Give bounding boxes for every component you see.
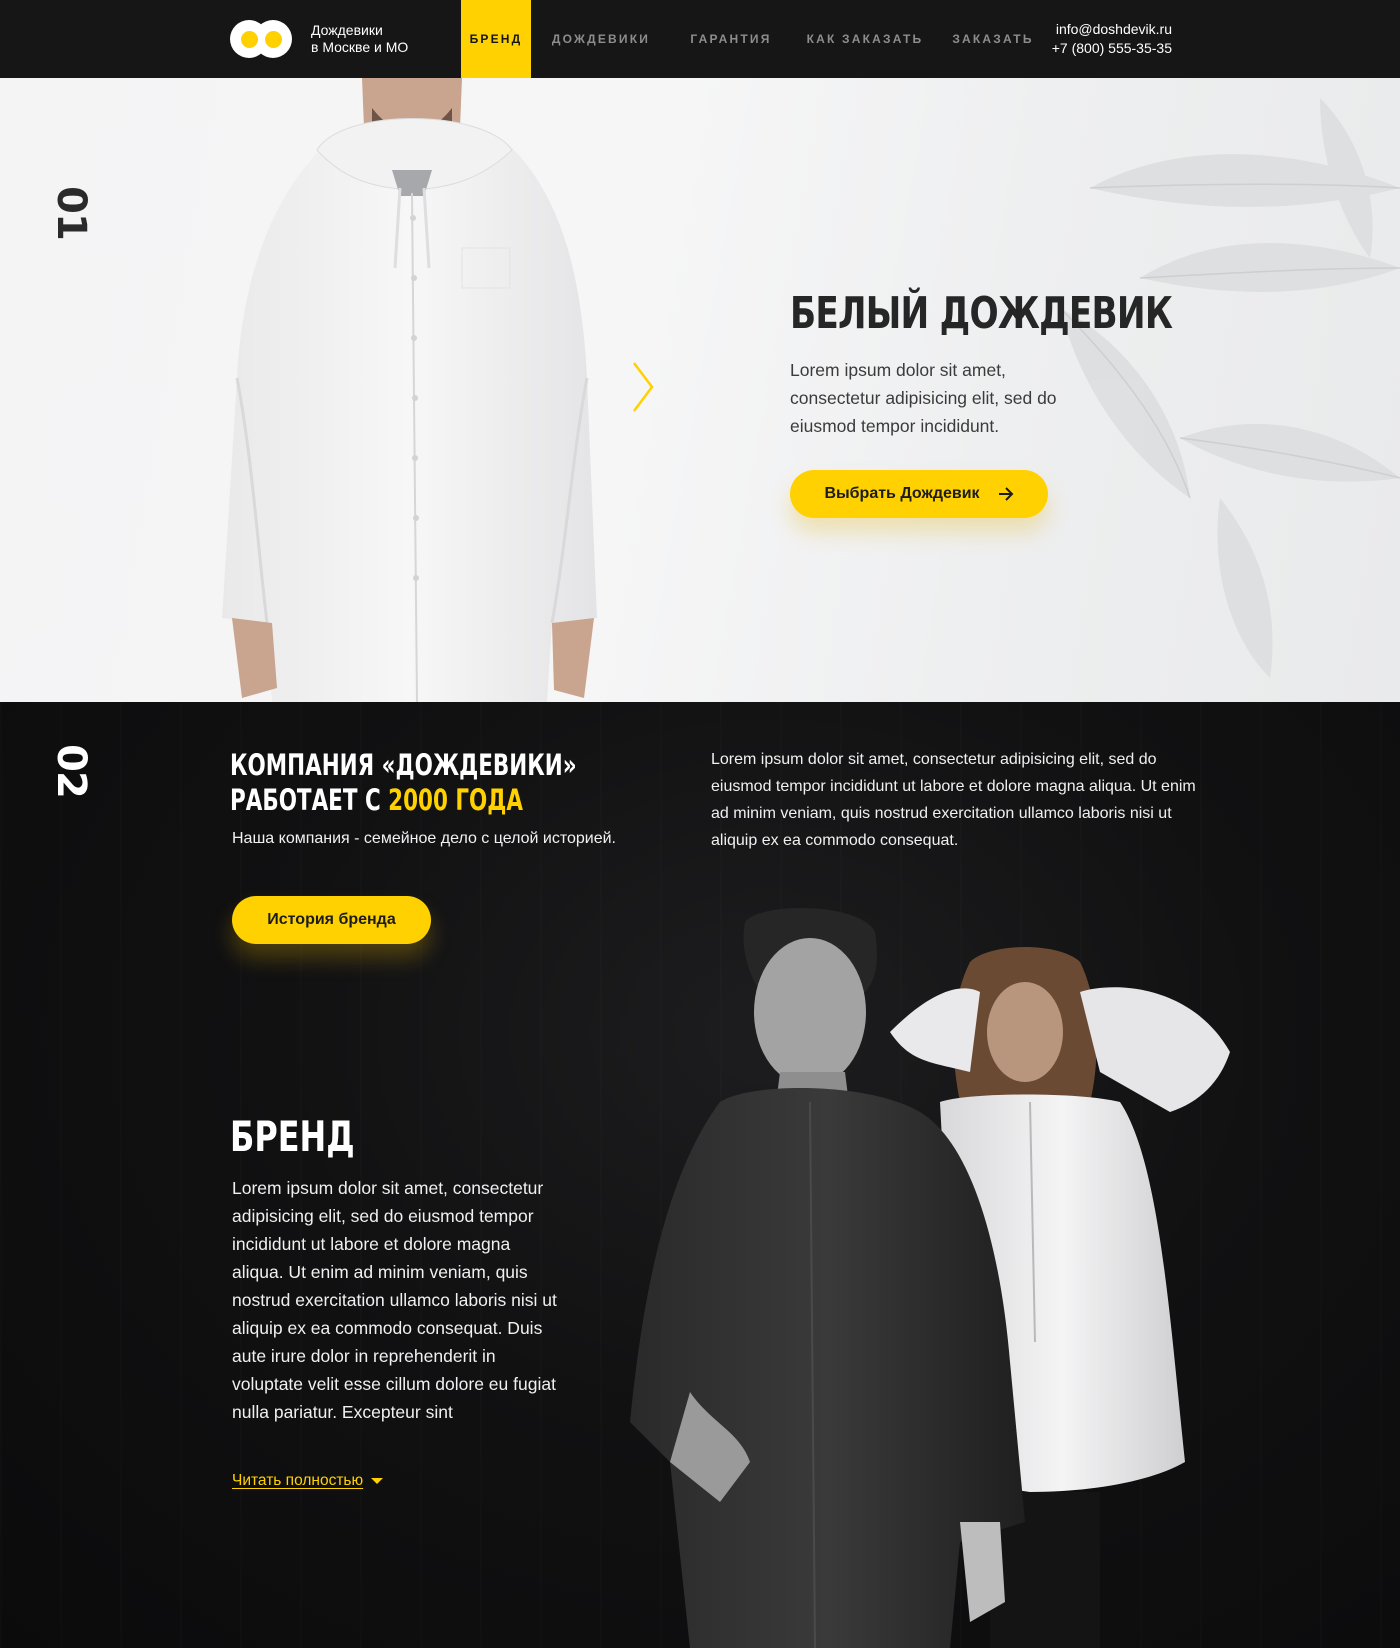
read-more-label: Читать полностью	[232, 1472, 364, 1489]
main-nav: Бренд Дождевики Гарантия Как заказать За…	[461, 0, 1047, 78]
company-title-prefix: работает с	[230, 783, 389, 817]
about-description: Lorem ipsum dolor sit amet, consectetur …	[711, 751, 1196, 849]
arrow-right-icon	[998, 487, 1013, 501]
hero-slide: 01 Белый дождевик Lorem ipsu	[0, 78, 1400, 702]
about-section: 02 Компания «Дождевики» работает с 2000 …	[0, 702, 1400, 1648]
section-number-01: 01	[47, 186, 94, 240]
brand-line-1: Дождевики	[311, 22, 383, 38]
brand-title: Бренд	[230, 1112, 355, 1161]
hero-title: Белый дождевик	[790, 288, 1173, 339]
brand-line-2: в Москве и МО	[311, 39, 409, 55]
next-slide-arrow-icon[interactable]	[630, 361, 656, 413]
triangle-down-icon	[371, 1478, 384, 1484]
read-more-link[interactable]: Читать полностью	[232, 1472, 384, 1490]
choose-raincoat-button-label: Выбрать Дождевик	[824, 485, 980, 502]
brand-description: Lorem ipsum dolor sit amet, consectetur …	[232, 1178, 557, 1422]
hero-description: Lorem ipsum dolor sit amet, consectetur …	[790, 360, 1057, 436]
company-subtitle: Наша компания - семейное дело с целой ис…	[232, 830, 616, 847]
nav-item-raincoats[interactable]: Дождевики	[531, 0, 671, 78]
site-header: Дождевики в Москве и МО Бренд Дождевики …	[0, 0, 1400, 78]
brand-history-button[interactable]: История бренда	[232, 896, 431, 944]
company-year-accent: 2000 года	[388, 783, 524, 817]
nav-item-brand[interactable]: Бренд	[461, 0, 531, 78]
brand-tagline: Дождевики в Москве и МО	[311, 22, 408, 56]
nav-item-how-to-order[interactable]: Как заказать	[791, 0, 939, 78]
header-contacts: info@doshdevik.ru +7 (800) 555-35-35	[1052, 20, 1172, 58]
nav-item-order[interactable]: Заказать	[939, 0, 1047, 78]
phone-link[interactable]: +7 (800) 555-35-35	[1052, 39, 1172, 58]
company-title-line-2: работает с 2000 года	[230, 783, 577, 818]
company-title-line-1: Компания «Дождевики»	[230, 748, 577, 782]
section-number-02: 02	[47, 744, 94, 798]
white-raincoat-model-image	[222, 78, 597, 702]
logo-icon[interactable]	[230, 20, 292, 58]
couple-in-raincoats-image	[630, 908, 1230, 1648]
choose-raincoat-button[interactable]: Выбрать Дождевик	[790, 470, 1048, 518]
company-title: Компания «Дождевики» работает с 2000 год…	[230, 748, 577, 818]
nav-item-warranty[interactable]: Гарантия	[671, 0, 791, 78]
email-link[interactable]: info@doshdevik.ru	[1052, 20, 1172, 39]
